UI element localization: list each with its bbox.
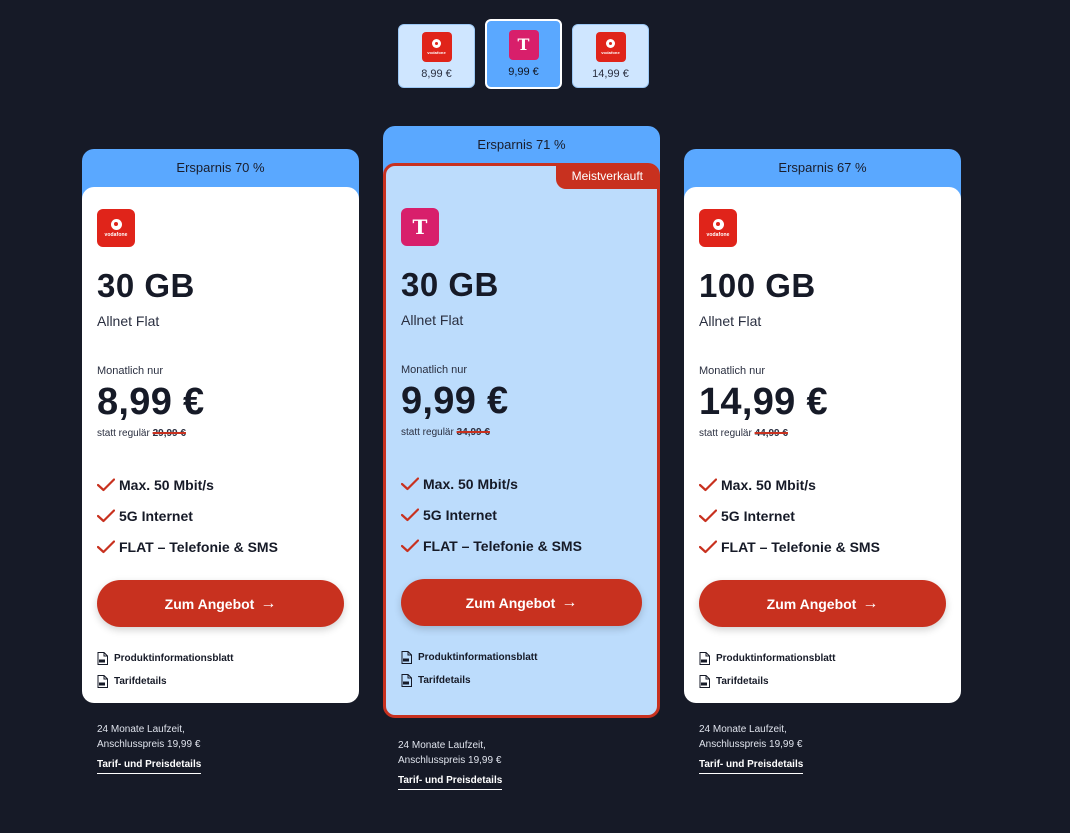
- tarif-und-preisdetails-link[interactable]: Tarif- und Preisdetails: [699, 757, 804, 774]
- vodafone-logo-icon: vodafone: [421, 32, 452, 62]
- card-1-footnote: 24 Monate Laufzeit, Anschlusspreis 19,99…: [97, 722, 202, 774]
- checkmark-icon: [97, 477, 115, 491]
- tarif-und-preisdetails-link[interactable]: Tarif- und Preisdetails: [398, 773, 503, 790]
- checkmark-icon: [699, 539, 717, 553]
- checkmark-icon: [97, 508, 115, 522]
- document-links: Produktinformationsblatt Tarifdetails: [401, 646, 642, 692]
- checkmark-icon: [97, 539, 115, 553]
- vodafone-logo-icon: vodafone: [595, 32, 626, 62]
- checkmark-icon: [401, 507, 419, 521]
- data-volume: 30 GB: [97, 267, 195, 304]
- card-body: vodafone 30 GB Allnet Flat Monatlich nur…: [82, 187, 359, 703]
- card-3-footnote: 24 Monate Laufzeit, Anschlusspreis 19,99…: [699, 722, 804, 774]
- tariff-card-3: Ersparnis 67 % vodafone 100 GB Allnet Fl…: [684, 149, 961, 703]
- monthly-price: 9,99 €: [401, 380, 509, 422]
- feature-item: Max. 50 Mbit/s: [401, 468, 642, 499]
- regular-price: 44,99 €: [754, 428, 788, 439]
- tariff-name: Allnet Flat: [97, 313, 160, 329]
- card-body: Meistverkauft T 30 GB Allnet Flat Monatl…: [383, 163, 660, 718]
- data-volume: 30 GB: [401, 266, 499, 303]
- telekom-logo-icon: T: [508, 30, 539, 60]
- tariff-selector: vodafone 8,99 € T 9,99 € vodafone 14,99 …: [398, 19, 649, 89]
- monthly-price: 14,99 €: [699, 381, 828, 423]
- arrow-right-icon: →: [561, 593, 578, 611]
- regular-price-line: statt regulär 29,99 €: [97, 428, 186, 439]
- tarifdetails-link[interactable]: Tarifdetails: [401, 669, 642, 692]
- checkmark-icon: [699, 477, 717, 491]
- feature-item: Max. 50 Mbit/s: [699, 469, 946, 500]
- feature-item: 5G Internet: [401, 499, 642, 530]
- arrow-right-icon: →: [862, 594, 879, 612]
- tariff-name: Allnet Flat: [401, 312, 464, 328]
- pdf-file-icon: [699, 652, 710, 665]
- monthly-price: 8,99 €: [97, 381, 205, 423]
- feature-list: Max. 50 Mbit/s 5G Internet FLAT – Telefo…: [401, 468, 642, 561]
- data-volume: 100 GB: [699, 267, 816, 304]
- monthly-label: Monatlich nur: [97, 365, 164, 377]
- tariff-card-2: Ersparnis 71 % Meistverkauft T 30 GB All…: [383, 126, 660, 718]
- zum-angebot-button[interactable]: Zum Angebot →: [401, 579, 642, 626]
- zum-angebot-button[interactable]: Zum Angebot →: [699, 580, 946, 627]
- feature-list: Max. 50 Mbit/s 5G Internet FLAT – Telefo…: [699, 469, 946, 562]
- tariff-name: Allnet Flat: [699, 313, 762, 329]
- feature-item: FLAT – Telefonie & SMS: [97, 531, 344, 562]
- tarifdetails-link[interactable]: Tarifdetails: [97, 670, 344, 693]
- tarifdetails-link[interactable]: Tarifdetails: [699, 670, 946, 693]
- regular-price-line: statt regulär 44,99 €: [699, 428, 788, 439]
- pdf-file-icon: [401, 651, 412, 664]
- card-body: vodafone 100 GB Allnet Flat Monatlich nu…: [684, 187, 961, 703]
- vodafone-logo-icon: vodafone: [97, 209, 135, 247]
- monthly-label: Monatlich nur: [699, 365, 766, 377]
- monthly-label: Monatlich nur: [401, 364, 468, 376]
- pdf-file-icon: [97, 652, 108, 665]
- document-links: Produktinformationsblatt Tarifdetails: [97, 647, 344, 693]
- selector-price: 9,99 €: [508, 66, 539, 78]
- bestseller-badge: Meistverkauft: [555, 164, 659, 189]
- checkmark-icon: [699, 508, 717, 522]
- zum-angebot-button[interactable]: Zum Angebot →: [97, 580, 344, 627]
- checkmark-icon: [401, 476, 419, 490]
- card-2-footnote: 24 Monate Laufzeit, Anschlusspreis 19,99…: [398, 738, 503, 790]
- checkmark-icon: [401, 538, 419, 552]
- vodafone-logo-icon: vodafone: [699, 209, 737, 247]
- feature-item: 5G Internet: [699, 500, 946, 531]
- selector-tab-telekom-9-99[interactable]: T 9,99 €: [485, 19, 562, 89]
- selector-tab-vodafone-8-99[interactable]: vodafone 8,99 €: [398, 24, 475, 88]
- selector-price: 8,99 €: [421, 68, 452, 80]
- produktinformationsblatt-link[interactable]: Produktinformationsblatt: [699, 647, 946, 670]
- pdf-file-icon: [401, 674, 412, 687]
- feature-list: Max. 50 Mbit/s 5G Internet FLAT – Telefo…: [97, 469, 344, 562]
- selector-price: 14,99 €: [592, 68, 629, 80]
- pdf-file-icon: [699, 675, 710, 688]
- regular-price: 29,99 €: [152, 428, 186, 439]
- produktinformationsblatt-link[interactable]: Produktinformationsblatt: [97, 647, 344, 670]
- telekom-logo-icon: T: [401, 208, 439, 246]
- feature-item: FLAT – Telefonie & SMS: [401, 530, 642, 561]
- tarif-und-preisdetails-link[interactable]: Tarif- und Preisdetails: [97, 757, 202, 774]
- feature-item: Max. 50 Mbit/s: [97, 469, 344, 500]
- feature-item: 5G Internet: [97, 500, 344, 531]
- feature-item: FLAT – Telefonie & SMS: [699, 531, 946, 562]
- selector-tab-vodafone-14-99[interactable]: vodafone 14,99 €: [572, 24, 649, 88]
- regular-price: 34,99 €: [456, 427, 490, 438]
- pdf-file-icon: [97, 675, 108, 688]
- arrow-right-icon: →: [260, 594, 277, 612]
- document-links: Produktinformationsblatt Tarifdetails: [699, 647, 946, 693]
- produktinformationsblatt-link[interactable]: Produktinformationsblatt: [401, 646, 642, 669]
- tariff-card-1: Ersparnis 70 % vodafone 30 GB Allnet Fla…: [82, 149, 359, 703]
- regular-price-line: statt regulär 34,99 €: [401, 427, 490, 438]
